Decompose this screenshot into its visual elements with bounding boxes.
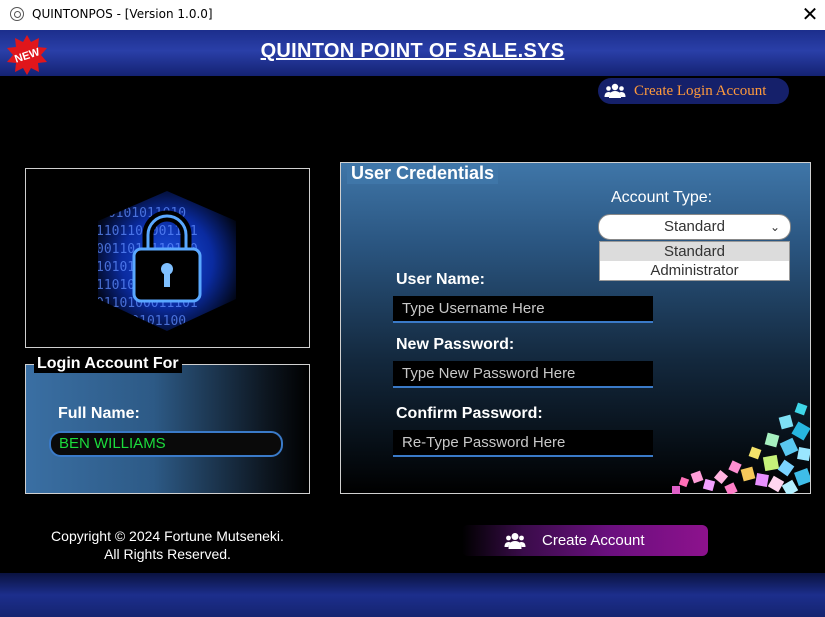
username-label: User Name: — [396, 271, 485, 288]
decorative-mosaic — [672, 402, 810, 494]
full-name-field[interactable]: BEN WILLIAMS — [49, 431, 283, 457]
copyright-text: Copyright © 2024 Fortune Mutseneki. All … — [30, 527, 305, 563]
account-type-selected: Standard — [664, 218, 725, 235]
create-login-account-button[interactable]: Create Login Account — [598, 78, 789, 104]
account-type-option-standard[interactable]: Standard — [600, 242, 789, 261]
account-type-option-administrator[interactable]: Administrator — [600, 261, 789, 280]
window-titlebar: QUINTONPOS - [Version 1.0.0] ✕ — [0, 0, 825, 30]
copyright-line-2: All Rights Reserved. — [104, 546, 231, 562]
account-type-select[interactable]: Standard ⌄ — [598, 214, 791, 240]
copyright-line-1: Copyright © 2024 Fortune Mutseneki. — [51, 528, 284, 544]
app-title: QUINTON POINT OF SALE.SYS — [260, 40, 565, 62]
chevron-down-icon: ⌄ — [769, 220, 780, 234]
padlock-icon: 10101011010 1101101001101 0011010110100 … — [98, 191, 236, 331]
svg-text:10110101100: 10110101100 — [100, 314, 186, 329]
create-account-button[interactable]: Create Account — [462, 525, 708, 556]
close-icon[interactable]: ✕ — [795, 0, 825, 30]
confirm-password-label: Confirm Password: — [396, 405, 543, 422]
username-input[interactable]: Type Username Here — [393, 296, 653, 323]
login-account-for-legend: Login Account For — [34, 355, 182, 373]
create-login-account-label: Create Login Account — [634, 82, 767, 99]
login-account-for-group: Login Account For — [25, 355, 310, 494]
window-title: QUINTONPOS - [Version 1.0.0] — [32, 7, 213, 21]
account-type-label: Account Type: — [611, 189, 713, 206]
bottom-bar — [0, 573, 825, 617]
confirm-password-input[interactable]: Re-Type Password Here — [393, 430, 653, 457]
security-image-panel: 10101011010 1101101001101 0011010110100 … — [25, 168, 310, 348]
create-account-label: Create Account — [542, 532, 645, 549]
users-icon — [504, 533, 526, 549]
user-credentials-legend: User Credentials — [347, 163, 499, 184]
users-icon — [604, 83, 626, 98]
app-icon — [10, 7, 24, 21]
account-type-dropdown: Standard Administrator — [599, 241, 790, 281]
new-password-label: New Password: — [396, 336, 515, 353]
full-name-label: Full Name: — [58, 405, 140, 422]
new-password-input[interactable]: Type New Password Here — [393, 361, 653, 388]
